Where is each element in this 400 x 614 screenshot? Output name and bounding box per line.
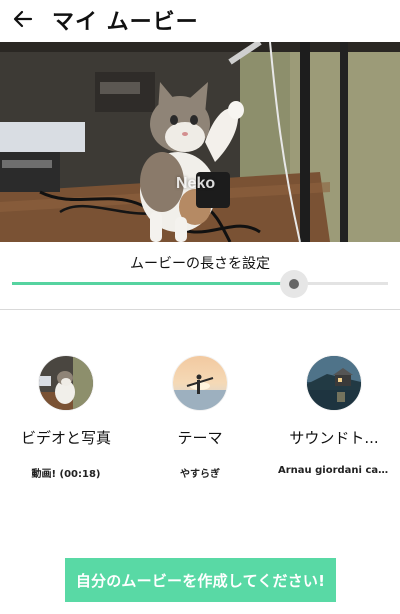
slider-fill: [12, 282, 294, 285]
option-label: サウンドト...: [289, 429, 379, 447]
option-value: Arnau giordani cal...: [278, 465, 393, 476]
option-video-and-photos[interactable]: ビデオと写真 動画! (00:18): [2, 356, 130, 480]
option-value: やすらぎ: [180, 469, 220, 480]
slider-thumb[interactable]: [289, 279, 299, 289]
back-button[interactable]: [10, 6, 36, 32]
cabin-lake-thumbnail: [307, 356, 361, 410]
option-value: 動画! (00:18): [31, 469, 101, 480]
app-header: マイ ムービー: [0, 0, 400, 40]
option-label: ビデオと写真: [20, 429, 111, 447]
page-title: マイ ムービー: [52, 10, 199, 35]
option-label: テーマ: [177, 429, 223, 447]
surfer-sunset-thumbnail: [173, 356, 227, 410]
video-frame-image: [0, 42, 400, 242]
section-divider: [0, 309, 400, 310]
video-overlay-text: Neko: [176, 175, 216, 192]
option-theme[interactable]: テーマ やすらぎ: [136, 356, 264, 480]
cat-thumbnail: [39, 356, 93, 410]
option-soundtrack[interactable]: サウンドト... Arnau giordani cal...: [270, 356, 398, 476]
video-preview[interactable]: Neko: [0, 42, 400, 242]
arrow-left-icon: [13, 10, 33, 28]
movie-length-slider[interactable]: [12, 270, 388, 298]
create-movie-button[interactable]: 自分のムービーを作成してください!: [65, 558, 336, 602]
